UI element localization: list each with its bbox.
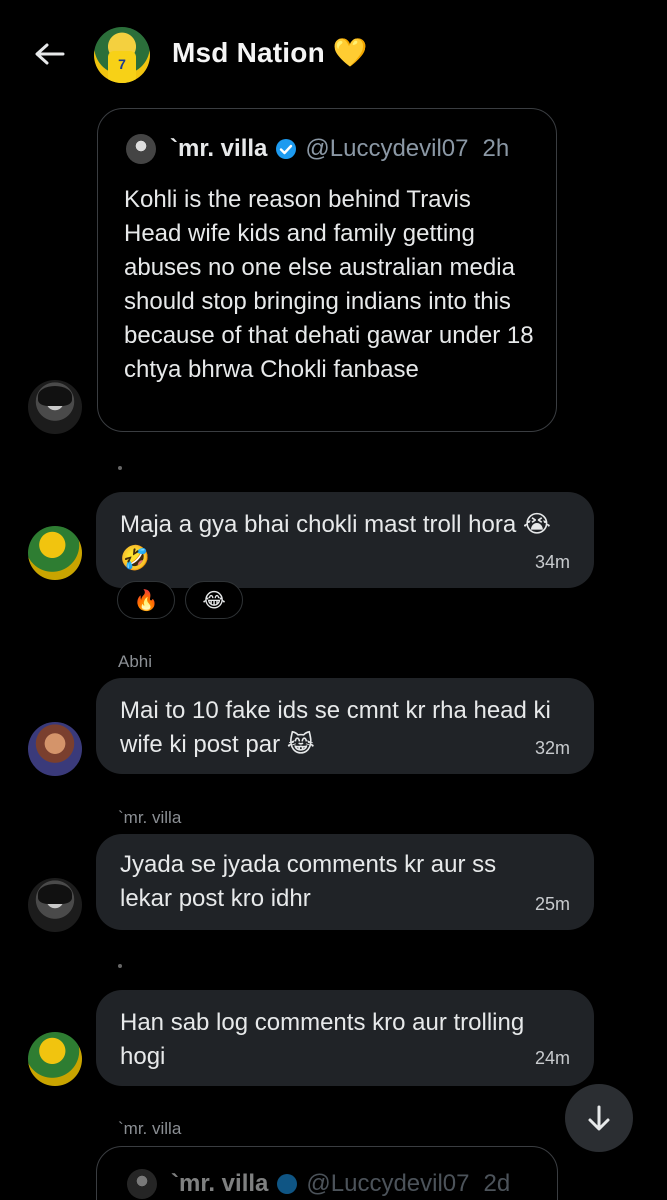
divider-tick [118,964,122,968]
jersey-number: 7 [108,51,136,83]
chat-header: 7 Msd Nation 💛 [0,0,667,108]
reaction-fire[interactable]: 🔥 [117,581,175,619]
quoted-post-card[interactable]: `mr. villa @Luccydevil07 2h Kohli is the… [97,108,557,432]
quoted-author-name: `mr. villa [171,1170,269,1197]
message-text: Han sab log comments kro aur trolling ho… [120,1009,525,1070]
message-text: Mai to 10 fake ids se cmnt kr rha head k… [120,697,551,758]
quoted-post-time: 2h [482,135,510,162]
back-button[interactable] [30,36,70,76]
quoted-post-card-partial[interactable]: `mr. villa @Luccydevil07 2d [96,1146,558,1200]
message-time: 34m [534,552,570,572]
group-avatar[interactable]: 7 [94,27,150,83]
quoted-author-handle: @Luccydevil07 [306,1170,470,1197]
arrow-down-icon [588,1105,610,1131]
quoted-post-time: 2d [483,1170,511,1197]
message-bubble[interactable]: Mai to 10 fake ids se cmnt kr rha head k… [96,678,594,774]
message-bubble[interactable]: Jyada se jyada comments kr aur ss lekar … [96,834,594,930]
sender-name: `mr. villa [118,1119,182,1138]
verified-badge-icon [276,139,297,159]
message-bubble[interactable]: Han sab log comments kro aur trolling ho… [96,990,594,1086]
group-title[interactable]: Msd Nation 💛 [172,36,368,69]
sender-name: Abhi [118,652,153,671]
scroll-down-button[interactable] [565,1084,633,1152]
quoted-author-avatar [126,134,156,164]
quoted-post-text: Kohli is the reason behind Travis Head w… [124,186,534,383]
avatar-csk-user[interactable] [28,526,82,580]
verified-badge-icon [277,1174,298,1194]
avatar-mr-villa[interactable] [28,380,82,434]
sender-name: `mr. villa [118,808,182,827]
avatar-abhi[interactable] [28,722,82,776]
quoted-post-header: `mr. villa @Luccydevil07 2d [127,1169,510,1199]
arrow-left-icon [35,43,65,65]
message-time: 25m [534,894,570,914]
message-bubble[interactable]: Maja a gya bhai chokli mast troll hora 😭… [96,492,594,588]
message-text: Jyada se jyada comments kr aur ss lekar … [120,851,497,912]
avatar-csk-user[interactable] [28,1032,82,1086]
quoted-author-name: `mr. villa [170,135,268,162]
quoted-author-handle: @Luccydevil07 [305,135,469,162]
message-time: 24m [534,1048,570,1068]
divider-tick [118,466,122,470]
avatar-mr-villa[interactable] [28,878,82,932]
quoted-post-header: `mr. villa @Luccydevil07 2h [126,133,509,165]
quoted-author-avatar [127,1169,157,1199]
message-text: Maja a gya bhai chokli mast troll hora 😭… [120,511,551,572]
reaction-laugh[interactable]: 😂 [185,581,243,619]
message-time: 32m [534,738,570,758]
